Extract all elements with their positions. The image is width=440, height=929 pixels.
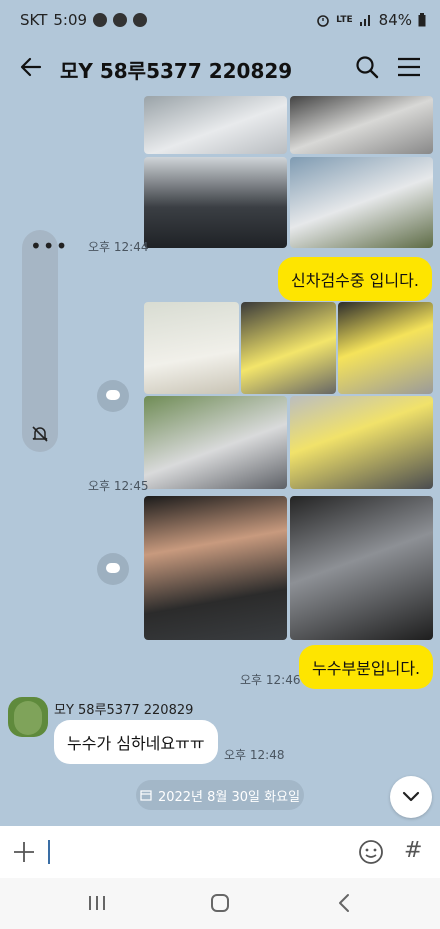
home-icon[interactable] [210, 893, 230, 913]
status-left: SKT 5:09 [20, 11, 148, 29]
photo-car-side[interactable] [290, 157, 433, 248]
system-nav-bar [0, 878, 440, 929]
date-label: 2022년 8월 30일 화요일 [157, 789, 301, 805]
photo-car-seats[interactable] [290, 96, 433, 154]
photo-leak-floor[interactable] [290, 496, 433, 640]
chevron-down-icon [402, 791, 420, 802]
chat-header: 모Y 58루5377 220829 [0, 40, 440, 96]
emoji-icon[interactable] [358, 839, 384, 865]
photo-yellow-tag-3[interactable] [338, 302, 433, 394]
share-icon[interactable] [97, 380, 129, 412]
puzzle-notification-icon [133, 13, 148, 27]
search-icon[interactable] [354, 54, 380, 80]
bell-off-icon[interactable] [30, 424, 50, 444]
signal-icon [359, 15, 370, 26]
status-bar: SKT 5:09 LTE 84% [0, 0, 440, 40]
calendar-icon [140, 790, 152, 801]
battery-percent: 84% [378, 11, 412, 29]
network-type: LTE [336, 15, 353, 25]
hashtag-search-button[interactable]: # [404, 838, 422, 863]
battery-icon [418, 13, 426, 27]
chat-notification-icon [93, 13, 108, 27]
message-bubble-sent[interactable]: 신차검수중 입니다. [278, 257, 432, 301]
photo-leak-hand[interactable] [144, 496, 287, 640]
photo-door-pillar[interactable] [144, 396, 287, 489]
photo-yellow-tag-2[interactable] [241, 302, 336, 394]
scroll-to-bottom-button[interactable] [390, 776, 432, 818]
avatar[interactable] [8, 697, 48, 737]
message-bubble-received[interactable]: 누수가 심하네요ㅠㅠ [54, 720, 218, 764]
message-time: 오후 12:44 [88, 240, 149, 254]
message-input[interactable] [48, 840, 50, 864]
message-time: 오후 12:48 [224, 748, 285, 762]
floating-side-panel[interactable]: ••• [22, 230, 67, 452]
message-bubble-sent[interactable]: 누수부분입니다. [299, 645, 434, 689]
message-input-bar: # [0, 826, 440, 878]
more-icon[interactable]: ••• [30, 234, 68, 258]
system-back-icon[interactable] [334, 892, 354, 914]
date-divider: 2022년 8월 30일 화요일 [136, 780, 304, 810]
carrier-label: SKT [20, 11, 48, 29]
photo-car-door-open[interactable] [144, 96, 287, 154]
message-time: 오후 12:45 [88, 479, 149, 493]
arrow-left-icon[interactable] [18, 54, 44, 80]
chat-title: 모Y 58루5377 220829 [60, 59, 293, 83]
b-notification-icon [113, 13, 128, 27]
photo-yellow-tag-1[interactable] [144, 302, 239, 394]
menu-icon[interactable] [396, 54, 422, 80]
recents-icon[interactable] [86, 894, 108, 912]
plus-icon[interactable] [12, 840, 36, 864]
message-time: 오후 12:46 [240, 673, 301, 687]
alarm-icon [317, 15, 329, 27]
photo-car-interior[interactable] [144, 157, 287, 248]
sender-name: 모Y 58루5377 220829 [54, 703, 194, 718]
status-right: LTE 84% [316, 11, 426, 29]
photo-trunk-tag[interactable] [290, 396, 433, 489]
share-icon[interactable] [97, 553, 129, 585]
clock: 5:09 [53, 11, 88, 29]
